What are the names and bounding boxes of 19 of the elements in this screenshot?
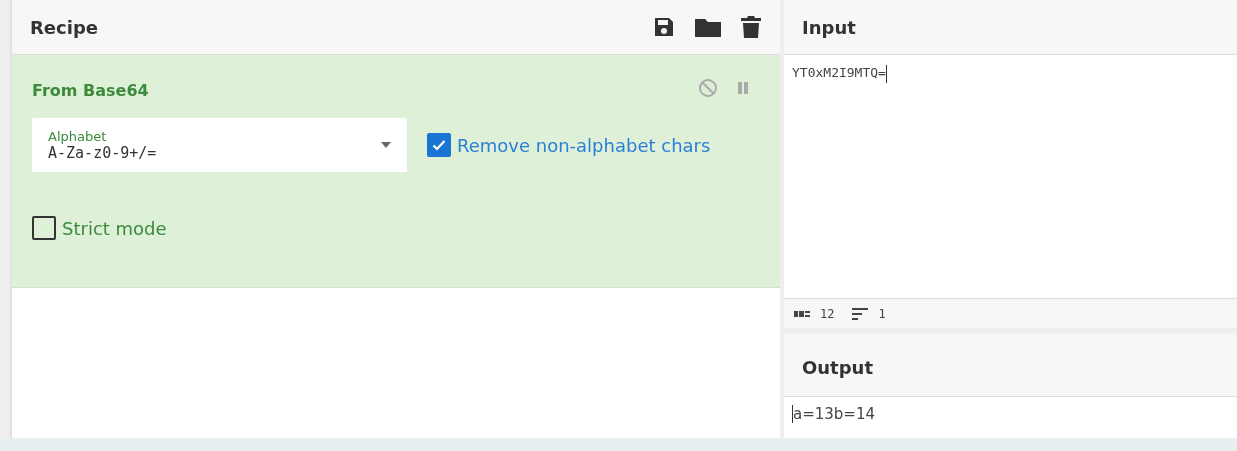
output-title: Output <box>802 357 874 378</box>
input-title: Input <box>802 16 856 38</box>
operation-name: From Base64 <box>32 81 149 100</box>
input-textarea[interactable]: YT0xM2I9MTQ= <box>784 55 1237 298</box>
input-text: YT0xM2I9MTQ= <box>792 65 886 80</box>
caret-icon <box>381 142 391 148</box>
abc-icon <box>794 310 810 317</box>
checkbox[interactable] <box>32 216 56 240</box>
checkbox-label: Strict mode <box>62 217 167 239</box>
alphabet-dropdown[interactable]: Alphabet A-Za-z0-9+/= <box>32 118 407 172</box>
checkbox-label: Remove non-alphabet chars <box>457 134 711 156</box>
lines-icon <box>852 307 869 320</box>
save-icon[interactable] <box>652 15 676 39</box>
delete-icon[interactable] <box>740 15 762 39</box>
recipe-title: Recipe <box>30 16 98 38</box>
output-text: a=13b=14 <box>793 405 876 423</box>
line-count: 1 <box>878 306 886 321</box>
length-count: 12 <box>820 306 835 321</box>
checkbox[interactable] <box>427 133 451 157</box>
